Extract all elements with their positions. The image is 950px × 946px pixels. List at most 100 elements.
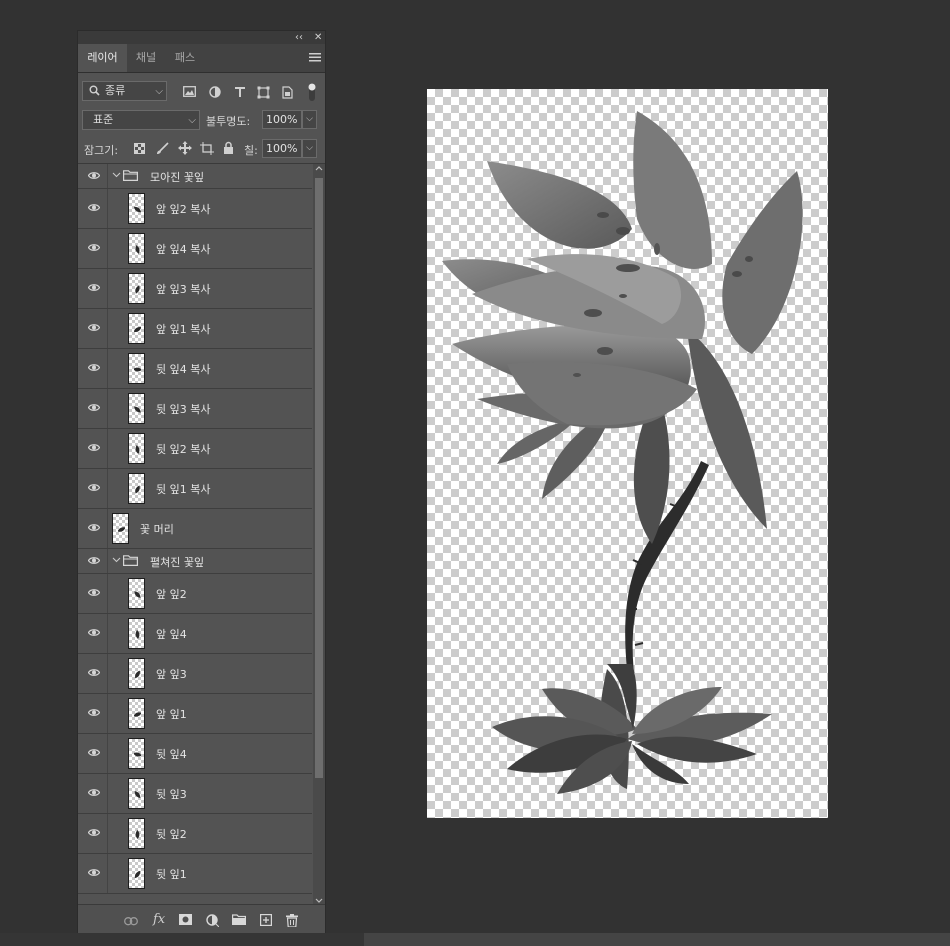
- visibility-eye-icon[interactable]: [88, 788, 100, 797]
- visibility-eye-icon[interactable]: [88, 243, 100, 252]
- opacity-dropdown[interactable]: ⌵: [302, 110, 317, 129]
- visibility-eye-icon[interactable]: [88, 403, 100, 412]
- new-group-icon[interactable]: [232, 914, 246, 925]
- tab-channels[interactable]: 채널: [127, 44, 165, 72]
- layers-scrollbar[interactable]: [313, 164, 325, 905]
- visibility-eye-icon[interactable]: [88, 483, 100, 492]
- smart-object-filter-icon[interactable]: [282, 86, 293, 99]
- layer-name[interactable]: 앞 잎1: [156, 706, 187, 722]
- layer-name[interactable]: 앞 잎1 복사: [156, 321, 210, 337]
- layer-name[interactable]: 꽃 머리: [140, 521, 174, 537]
- new-adjustment-icon[interactable]: [206, 914, 219, 927]
- layer-row[interactable]: 앞 잎1: [78, 694, 312, 734]
- layer-row[interactable]: 앞 잎1 복사: [78, 309, 312, 349]
- layer-name[interactable]: 앞 잎3 복사: [156, 281, 210, 297]
- layer-name[interactable]: 앞 잎2: [156, 586, 187, 602]
- fill-dropdown[interactable]: ⌵: [302, 139, 317, 158]
- visibility-eye-icon[interactable]: [88, 363, 100, 372]
- adjustment-filter-icon[interactable]: [209, 86, 221, 98]
- layers-list: 모아진 꽃잎앞 잎2 복사앞 잎4 복사앞 잎3 복사앞 잎1 복사뒷 잎4 복…: [78, 164, 312, 905]
- visibility-eye-icon[interactable]: [88, 443, 100, 452]
- layer-name[interactable]: 펼쳐진 꽃잎: [150, 554, 204, 570]
- layer-row[interactable]: 뒷 잎4: [78, 734, 312, 774]
- layer-name[interactable]: 모아진 꽃잎: [150, 169, 204, 185]
- filter-kind-select[interactable]: 종류 ⌵: [82, 81, 167, 101]
- layer-row[interactable]: 꽃 머리: [78, 509, 312, 549]
- add-mask-icon[interactable]: [179, 914, 192, 925]
- layer-name[interactable]: 뒷 잎2: [156, 826, 187, 842]
- panel-menu-icon[interactable]: [309, 53, 321, 62]
- visibility-eye-icon[interactable]: [88, 283, 100, 292]
- visibility-eye-icon[interactable]: [88, 748, 100, 757]
- lock-image-icon[interactable]: [156, 142, 169, 155]
- add-style-icon[interactable]: fx: [153, 912, 165, 927]
- visibility-eye-icon[interactable]: [88, 203, 100, 212]
- layer-row[interactable]: 뒷 잎4 복사: [78, 349, 312, 389]
- layer-name[interactable]: 앞 잎3: [156, 666, 187, 682]
- visibility-eye-icon[interactable]: [88, 588, 100, 597]
- layer-group-row[interactable]: 펼쳐진 꽃잎: [78, 549, 312, 574]
- shape-filter-icon[interactable]: [257, 86, 270, 99]
- visibility-eye-icon[interactable]: [88, 523, 100, 532]
- filter-toggle-icon[interactable]: [307, 82, 317, 102]
- new-layer-icon[interactable]: [260, 914, 272, 926]
- tab-layers[interactable]: 레이어: [78, 44, 127, 72]
- layer-name[interactable]: 뒷 잎3: [156, 786, 187, 802]
- link-layers-icon[interactable]: [124, 917, 138, 926]
- lock-transparent-icon[interactable]: [134, 143, 145, 154]
- chevron-down-icon[interactable]: [112, 170, 121, 179]
- row-divider: [107, 734, 108, 773]
- layer-name[interactable]: 뒷 잎4: [156, 746, 187, 762]
- layer-name[interactable]: 뒷 잎1 복사: [156, 481, 210, 497]
- collapse-panel-button[interactable]: ‹‹: [295, 31, 303, 44]
- visibility-eye-icon[interactable]: [88, 323, 100, 332]
- layer-row[interactable]: 앞 잎2: [78, 574, 312, 614]
- fill-input[interactable]: 100%: [262, 139, 302, 158]
- layer-row[interactable]: 앞 잎4: [78, 614, 312, 654]
- visibility-eye-icon[interactable]: [88, 868, 100, 877]
- scrollbar-thumb[interactable]: [315, 178, 323, 778]
- chevron-down-icon[interactable]: [112, 555, 121, 564]
- lock-row: 잠그기: 칠: 100% ⌵: [78, 136, 325, 164]
- visibility-eye-icon[interactable]: [88, 708, 100, 717]
- layer-row[interactable]: 뒷 잎1 복사: [78, 469, 312, 509]
- layer-name[interactable]: 뒷 잎3 복사: [156, 401, 210, 417]
- layer-name[interactable]: 앞 잎4: [156, 626, 187, 642]
- lock-all-icon[interactable]: [223, 141, 234, 154]
- layer-row[interactable]: 앞 잎2 복사: [78, 189, 312, 229]
- tab-paths[interactable]: 패스: [165, 44, 205, 72]
- blend-mode-select[interactable]: 표준 ⌵: [82, 110, 200, 130]
- close-panel-button[interactable]: ✕: [314, 31, 322, 44]
- layer-name[interactable]: 뒷 잎1: [156, 866, 187, 882]
- document-canvas[interactable]: [427, 89, 828, 818]
- layer-name[interactable]: 앞 잎2 복사: [156, 201, 210, 217]
- layer-row[interactable]: 뒷 잎3: [78, 774, 312, 814]
- layer-row[interactable]: 뒷 잎2 복사: [78, 429, 312, 469]
- layer-thumbnail: [128, 618, 145, 649]
- type-filter-icon[interactable]: [234, 86, 246, 98]
- layer-row[interactable]: 앞 잎3 복사: [78, 269, 312, 309]
- layer-name[interactable]: 앞 잎4 복사: [156, 241, 210, 257]
- visibility-eye-icon[interactable]: [88, 828, 100, 837]
- scroll-up-icon[interactable]: [315, 165, 323, 171]
- pixel-filter-icon[interactable]: [183, 86, 196, 97]
- row-divider: [107, 189, 108, 228]
- visibility-eye-icon[interactable]: [88, 628, 100, 637]
- layer-group-row[interactable]: 모아진 꽃잎: [78, 164, 312, 189]
- layer-name[interactable]: 뒷 잎2 복사: [156, 441, 210, 457]
- visibility-eye-icon[interactable]: [88, 556, 100, 565]
- layer-row[interactable]: 앞 잎3: [78, 654, 312, 694]
- blend-mode-label: 표준: [93, 113, 114, 126]
- opacity-input[interactable]: 100%: [262, 110, 302, 129]
- layer-row[interactable]: 앞 잎4 복사: [78, 229, 312, 269]
- lock-position-icon[interactable]: [178, 141, 192, 155]
- row-divider: [107, 269, 108, 308]
- delete-layer-icon[interactable]: [286, 914, 298, 927]
- lock-artboard-icon[interactable]: [200, 142, 214, 155]
- visibility-eye-icon[interactable]: [88, 171, 100, 180]
- layer-row[interactable]: 뒷 잎1: [78, 854, 312, 894]
- layer-name[interactable]: 뒷 잎4 복사: [156, 361, 210, 377]
- visibility-eye-icon[interactable]: [88, 668, 100, 677]
- layer-row[interactable]: 뒷 잎2: [78, 814, 312, 854]
- layer-row[interactable]: 뒷 잎3 복사: [78, 389, 312, 429]
